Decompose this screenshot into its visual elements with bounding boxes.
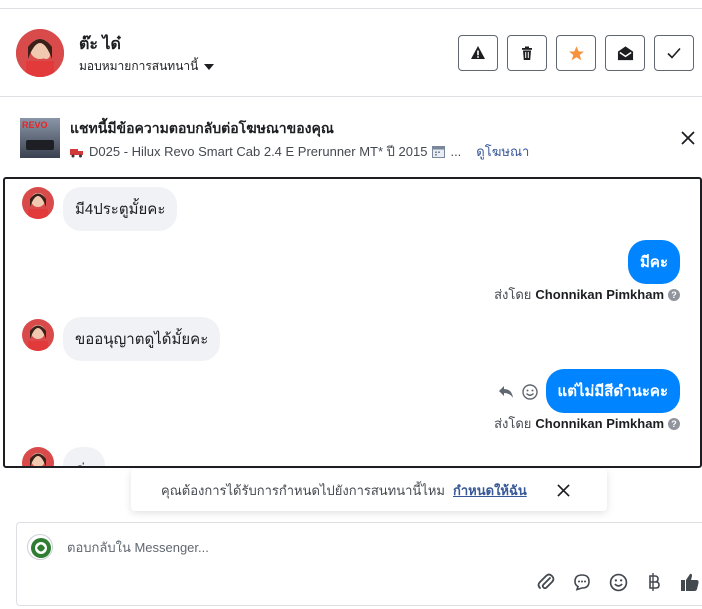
composer-tools — [535, 571, 701, 593]
outgoing-message: แต่ไม่มีสีดำนะคะ — [545, 369, 680, 413]
incoming-message: ค่ะ — [63, 447, 106, 466]
ad-ellipsis: ... — [450, 144, 462, 159]
close-banner-button[interactable] — [678, 128, 698, 148]
page-avatar — [27, 534, 53, 560]
ad-reply-banner: REVO แชทนี้มีข้อความตอบกลับต่อโฆษณาของคุ… — [0, 98, 702, 176]
close-icon — [556, 483, 570, 497]
truck-icon — [70, 148, 83, 157]
assign-label: มอบหมายการสนทนานี้ — [79, 59, 199, 73]
calendar-icon — [432, 146, 446, 158]
mark-unread-button[interactable] — [605, 35, 645, 71]
check-icon — [667, 47, 681, 59]
ad-banner-subtitle: D025 - Hilux Revo Smart Cab 2.4 E Prerun… — [70, 141, 529, 162]
ad-thumbnail-text: REVO — [22, 120, 48, 130]
conversation-header: ต๊ะ ได๋ มอบหมายการสนทนานี้ — [0, 9, 702, 97]
contact-avatar-small[interactable] — [22, 447, 54, 466]
delete-button[interactable] — [507, 35, 547, 71]
star-button[interactable] — [556, 35, 596, 71]
reply-arrow-icon[interactable] — [498, 385, 514, 399]
assign-suggestion-toast: คุณต้องการได้รับการกำหนดไปยังการสนทนานี้… — [131, 469, 607, 511]
car-image — [26, 140, 54, 150]
message-actions — [498, 384, 538, 400]
assign-dropdown[interactable]: มอบหมายการสนทนานี้ — [79, 57, 215, 76]
ad-product-text: D025 - Hilux Revo Smart Cab 2.4 E Prerun… — [89, 144, 428, 159]
contact-avatar[interactable] — [16, 29, 64, 77]
incoming-message: ขออนุญาตดูได้มั้ยคะ — [63, 317, 221, 361]
close-icon — [681, 131, 695, 145]
outgoing-message: มีคะ — [628, 240, 680, 284]
envelope-open-icon — [617, 45, 633, 60]
contact-name: ต๊ะ ได๋ — [79, 36, 121, 53]
mark-done-button[interactable] — [654, 35, 694, 71]
sent-by-prefix: ส่งโดย — [494, 287, 532, 302]
sent-by-line: ส่งโดย Chonnikan Pimkham ? — [494, 413, 680, 434]
view-ad-link[interactable]: ดูโฆษณา — [476, 141, 529, 162]
ad-banner-title: แชทนี้มีข้อความตอบกลับต่อโฆษณาของคุณ — [70, 120, 334, 136]
sender-name: Chonnikan Pimkham — [535, 287, 664, 302]
ad-thumbnail[interactable]: REVO — [20, 118, 60, 158]
payment-button[interactable] — [643, 571, 665, 593]
thumbs-up-icon — [681, 573, 699, 591]
incoming-message: มี4ประตูมั้ยคะ — [63, 187, 178, 231]
trash-icon — [522, 46, 532, 60]
emoji-button[interactable] — [607, 571, 629, 593]
help-icon[interactable]: ? — [668, 417, 680, 430]
reply-input[interactable] — [67, 535, 627, 559]
attach-button[interactable] — [535, 571, 557, 593]
sender-name: Chonnikan Pimkham — [535, 416, 664, 431]
sent-by-line: ส่งโดย Chonnikan Pimkham ? — [494, 284, 680, 305]
sent-by-prefix: ส่งโดย — [494, 416, 532, 431]
contact-avatar-small[interactable] — [22, 187, 54, 219]
paperclip-icon — [537, 573, 555, 590]
contact-avatar-small[interactable] — [22, 319, 54, 351]
report-button[interactable] — [458, 35, 498, 71]
saved-replies-button[interactable] — [571, 571, 593, 593]
assign-to-me-link[interactable]: กำหนดให้ฉัน — [453, 480, 527, 501]
message-thread[interactable]: มี4ประตูมั้ยคะ มีคะ ส่งโดย Chonnikan Pim… — [3, 177, 702, 468]
star-icon — [568, 45, 584, 60]
warning-icon — [471, 46, 485, 59]
reply-composer — [16, 522, 702, 606]
toast-text: คุณต้องการได้รับการกำหนดไปยังการสนทนานี้… — [161, 482, 445, 498]
like-button[interactable] — [679, 571, 701, 593]
help-icon[interactable]: ? — [668, 288, 680, 301]
header-actions — [458, 35, 694, 71]
caret-down-icon — [204, 63, 215, 70]
baht-icon — [649, 573, 660, 591]
smiley-icon — [609, 573, 627, 591]
chat-bubble-icon — [574, 574, 590, 591]
smiley-icon[interactable] — [522, 384, 538, 400]
toast-close-button[interactable] — [553, 480, 573, 500]
